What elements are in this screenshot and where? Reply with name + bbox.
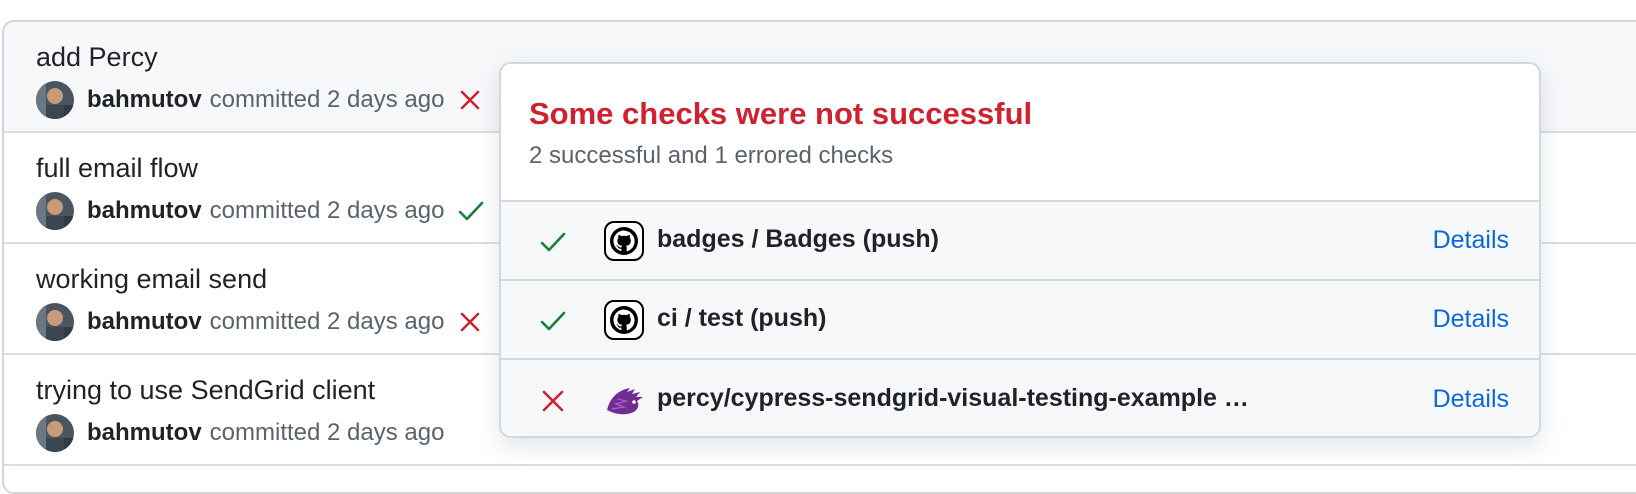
github-icon: [604, 300, 644, 340]
commit-title-link[interactable]: add Percy: [36, 42, 158, 73]
check-icon: [539, 307, 567, 335]
author-link[interactable]: bahmutov: [87, 419, 202, 447]
check-name: percy/cypress-sendgrid-visual-testing-ex…: [657, 384, 1249, 412]
check-row: ci / test (push) Details: [501, 281, 1539, 360]
commit-meta: bahmutov committed 2 days ago: [36, 302, 482, 342]
commit-meta: bahmutov committed 2 days ago: [36, 80, 482, 120]
author-link[interactable]: bahmutov: [87, 308, 202, 336]
check-icon[interactable]: [458, 199, 484, 223]
commit-time: committed 2 days ago: [209, 86, 445, 113]
author-link[interactable]: bahmutov: [87, 197, 202, 225]
check-name: ci / test (push): [657, 304, 827, 332]
x-icon[interactable]: [458, 88, 482, 112]
popover-summary: 2 successful and 1 errored checks: [529, 142, 894, 169]
popover-title: Some checks were not successful: [529, 96, 1033, 131]
check-name: badges / Badges (push): [657, 225, 939, 253]
commit-title-link[interactable]: trying to use SendGrid client: [36, 375, 375, 406]
commit-title-link[interactable]: full email flow: [36, 153, 198, 184]
commit-title-link[interactable]: working email send: [36, 264, 267, 295]
details-link[interactable]: Details: [1433, 226, 1509, 255]
commit-time: committed 2 days ago: [209, 308, 445, 335]
details-link[interactable]: Details: [1433, 385, 1509, 414]
popover-header: Some checks were not successful 2 succes…: [501, 64, 1539, 202]
commit-time: committed 2 days ago: [209, 419, 445, 446]
check-row: badges / Badges (push) Details: [501, 202, 1539, 281]
commit-meta: bahmutov committed 2 days ago: [36, 413, 444, 453]
checks-popover: Some checks were not successful 2 succes…: [499, 62, 1541, 438]
author-link[interactable]: bahmutov: [87, 86, 202, 114]
avatar[interactable]: [36, 414, 74, 452]
check-icon: [539, 228, 567, 256]
avatar[interactable]: [36, 303, 74, 341]
commit-meta: bahmutov committed 2 days ago: [36, 191, 484, 231]
details-link[interactable]: Details: [1433, 305, 1509, 334]
github-icon: [604, 221, 644, 261]
check-row: percy/cypress-sendgrid-visual-testing-ex…: [501, 360, 1539, 436]
avatar[interactable]: [36, 192, 74, 230]
x-icon[interactable]: [458, 310, 482, 334]
percy-icon: [604, 380, 644, 420]
commit-time: committed 2 days ago: [209, 197, 445, 224]
avatar[interactable]: [36, 81, 74, 119]
x-icon: [539, 387, 567, 415]
